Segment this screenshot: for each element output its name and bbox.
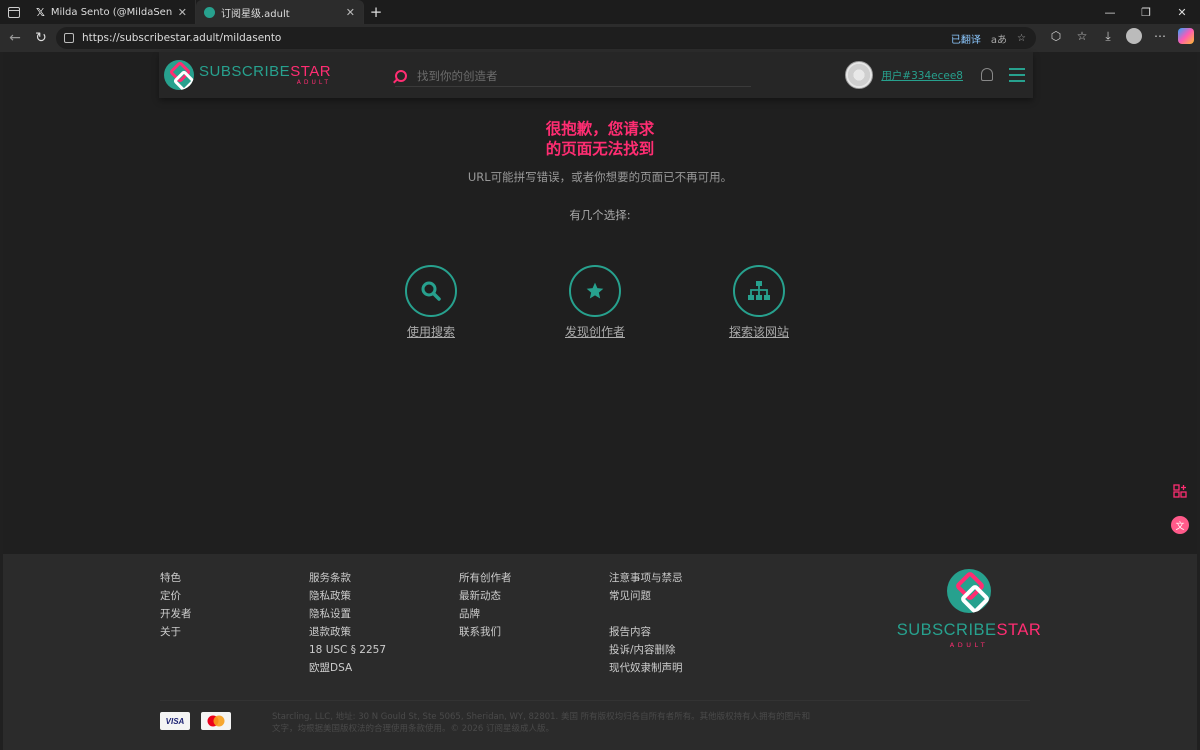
browser-tab-bar: 𝕏 Milda Sento (@MildaSento) / X ✕ 订阅星级.a… bbox=[0, 0, 1200, 24]
footer-link[interactable]: 隐私政策 bbox=[309, 589, 386, 603]
logo-text-subscribe: SUBSCRIBE bbox=[199, 63, 291, 80]
option-explore-site[interactable]: 探索该网站 bbox=[699, 265, 819, 340]
footer-link[interactable]: 所有创作者 bbox=[459, 571, 512, 585]
star-icon[interactable] bbox=[569, 265, 621, 317]
more-options-icon[interactable]: ⋯ bbox=[1152, 28, 1168, 44]
search-input[interactable] bbox=[417, 68, 737, 83]
footer-link[interactable]: 特色 bbox=[160, 571, 192, 585]
tab-title: 订阅星级.adult bbox=[221, 8, 290, 20]
mastercard-icon bbox=[201, 712, 231, 730]
username-link[interactable]: 用户#334ecee8 bbox=[881, 68, 963, 83]
site-logo[interactable]: SUBSCRIBESTAR ADULT bbox=[164, 60, 331, 90]
subscribestar-logo-icon bbox=[947, 569, 991, 613]
restore-icon[interactable]: ❐ bbox=[1128, 0, 1164, 24]
footer-logo[interactable]: SUBSCRIBESTAR ADULT bbox=[897, 569, 1041, 649]
tab-subscribestar[interactable]: 订阅星级.adult ✕ bbox=[196, 0, 364, 24]
footer-link[interactable]: 品牌 bbox=[459, 607, 512, 621]
footer-link[interactable]: 最新动态 bbox=[459, 589, 512, 603]
logo-text-star: STAR bbox=[290, 63, 332, 80]
accessibility-translate-icon[interactable]: 文 bbox=[1171, 516, 1189, 534]
options-heading: 有几个选择: bbox=[569, 208, 631, 222]
user-menu[interactable]: 用户#334ecee8 bbox=[845, 61, 963, 89]
copyright-text: Starcling, LLC, 地址: 30 N Gould St, Ste 5… bbox=[272, 712, 811, 734]
error-title: 很抱歉，您请求 的页面无法找到 bbox=[3, 119, 1197, 159]
logo-text-adult: ADULT bbox=[296, 79, 332, 86]
footer-link[interactable]: 关于 bbox=[160, 625, 192, 639]
extensions-icon[interactable]: ⬡ bbox=[1048, 28, 1064, 44]
translated-label[interactable]: 已翻译 bbox=[951, 31, 981, 46]
hamburger-menu-icon[interactable] bbox=[1009, 68, 1025, 82]
footer-column-1: 特色 定价 开发者 关于 bbox=[160, 571, 192, 639]
option-label[interactable]: 使用搜索 bbox=[407, 323, 455, 340]
subscribestar-favicon-icon bbox=[204, 6, 215, 18]
footer-link[interactable]: 开发者 bbox=[160, 607, 192, 621]
minimize-icon[interactable]: — bbox=[1092, 0, 1128, 24]
option-label[interactable]: 探索该网站 bbox=[729, 323, 789, 340]
footer-link[interactable]: 注意事项与禁忌 bbox=[609, 571, 683, 585]
footer-column-4: 注意事项与禁忌 常见问题 报告内容 投诉/内容删除 现代奴隶制声明 bbox=[609, 571, 683, 675]
footer-link[interactable]: 退款政策 bbox=[309, 625, 386, 639]
browser-tools: ⬡ ☆ ⤓ ⋯ bbox=[1048, 28, 1194, 44]
browser-toolbar: ← ↻ https://subscribestar.adult/mildasen… bbox=[0, 24, 1200, 52]
error-title-line2: 的页面无法找到 bbox=[545, 140, 655, 158]
option-label[interactable]: 发现创作者 bbox=[565, 323, 625, 340]
logo-text-adult: ADULT bbox=[949, 641, 989, 649]
search-icon[interactable] bbox=[405, 265, 457, 317]
tab-title: Milda Sento (@MildaSento) / X bbox=[50, 6, 172, 18]
x-logo-icon: 𝕏 bbox=[36, 5, 45, 19]
footer-link[interactable]: 报告内容 bbox=[609, 625, 683, 639]
downloads-icon[interactable]: ⤓ bbox=[1100, 28, 1116, 44]
site-header: SUBSCRIBESTAR ADULT 用户#334ecee8 bbox=[159, 52, 1033, 98]
visa-card-icon: VISA bbox=[160, 712, 190, 730]
option-discover-creators[interactable]: 发现创作者 bbox=[535, 265, 655, 340]
footer-link[interactable]: 18 USC § 2257 bbox=[309, 643, 386, 657]
new-tab-button[interactable]: + bbox=[364, 3, 388, 21]
sitemap-icon[interactable] bbox=[733, 265, 785, 317]
window-controls: — ❐ ✕ bbox=[1092, 0, 1200, 24]
footer-column-3: 所有创作者 最新动态 品牌 联系我们 bbox=[459, 571, 512, 639]
logo-text-subscribe: SUBSCRIBE bbox=[896, 621, 997, 639]
translate-icon[interactable]: aあ bbox=[991, 31, 1007, 46]
footer-link[interactable]: 欧盟DSA bbox=[309, 661, 386, 675]
footer-link[interactable]: 现代奴隶制声明 bbox=[609, 661, 683, 675]
footer-divider bbox=[160, 700, 1030, 701]
close-window-icon[interactable]: ✕ bbox=[1164, 0, 1200, 24]
url-text: https://subscribestar.adult/mildasento bbox=[82, 32, 282, 44]
back-icon[interactable]: ← bbox=[2, 30, 28, 46]
reload-icon[interactable]: ↻ bbox=[28, 30, 54, 46]
option-use-search[interactable]: 使用搜索 bbox=[371, 265, 491, 340]
tab-actions-button[interactable] bbox=[0, 0, 28, 24]
search-icon[interactable] bbox=[395, 69, 407, 82]
favorites-icon[interactable]: ☆ bbox=[1074, 28, 1090, 44]
creator-search bbox=[395, 65, 751, 87]
subscribestar-logo-icon bbox=[164, 60, 194, 90]
footer-column-2: 服务条款 隐私政策 隐私设置 退款政策 18 USC § 2257 欧盟DSA bbox=[309, 571, 386, 675]
close-tab-icon[interactable]: ✕ bbox=[178, 6, 187, 19]
address-bar[interactable]: https://subscribestar.adult/mildasento 已… bbox=[56, 27, 1036, 49]
lock-icon bbox=[64, 33, 74, 43]
footer-link[interactable]: 联系我们 bbox=[459, 625, 512, 639]
tab-actions-icon bbox=[8, 6, 20, 18]
avatar[interactable] bbox=[845, 61, 874, 89]
apps-grid-icon[interactable] bbox=[1173, 484, 1187, 498]
profile-avatar-icon[interactable] bbox=[1126, 28, 1142, 44]
footer-link[interactable]: 常见问题 bbox=[609, 589, 683, 603]
bell-icon[interactable] bbox=[981, 68, 993, 81]
favorite-star-icon[interactable]: ☆ bbox=[1017, 33, 1026, 44]
footer-link[interactable]: 隐私设置 bbox=[309, 607, 386, 621]
tab-x-profile[interactable]: 𝕏 Milda Sento (@MildaSento) / X ✕ bbox=[28, 0, 196, 24]
footer-link[interactable]: 投诉/内容删除 bbox=[609, 643, 683, 657]
copilot-icon[interactable] bbox=[1178, 28, 1194, 44]
footer-link[interactable]: 服务条款 bbox=[309, 571, 386, 585]
error-description: URL可能拼写错误，或者你想要的页面已不再可用。 bbox=[467, 170, 733, 184]
error-title-line1: 很抱歉，您请求 bbox=[545, 120, 655, 138]
close-tab-icon[interactable]: ✕ bbox=[346, 6, 355, 19]
site-footer: 特色 定价 开发者 关于 服务条款 隐私政策 隐私设置 退款政策 18 USC … bbox=[3, 554, 1197, 750]
logo-text-star: STAR bbox=[996, 621, 1042, 639]
footer-link[interactable]: 定价 bbox=[160, 589, 192, 603]
